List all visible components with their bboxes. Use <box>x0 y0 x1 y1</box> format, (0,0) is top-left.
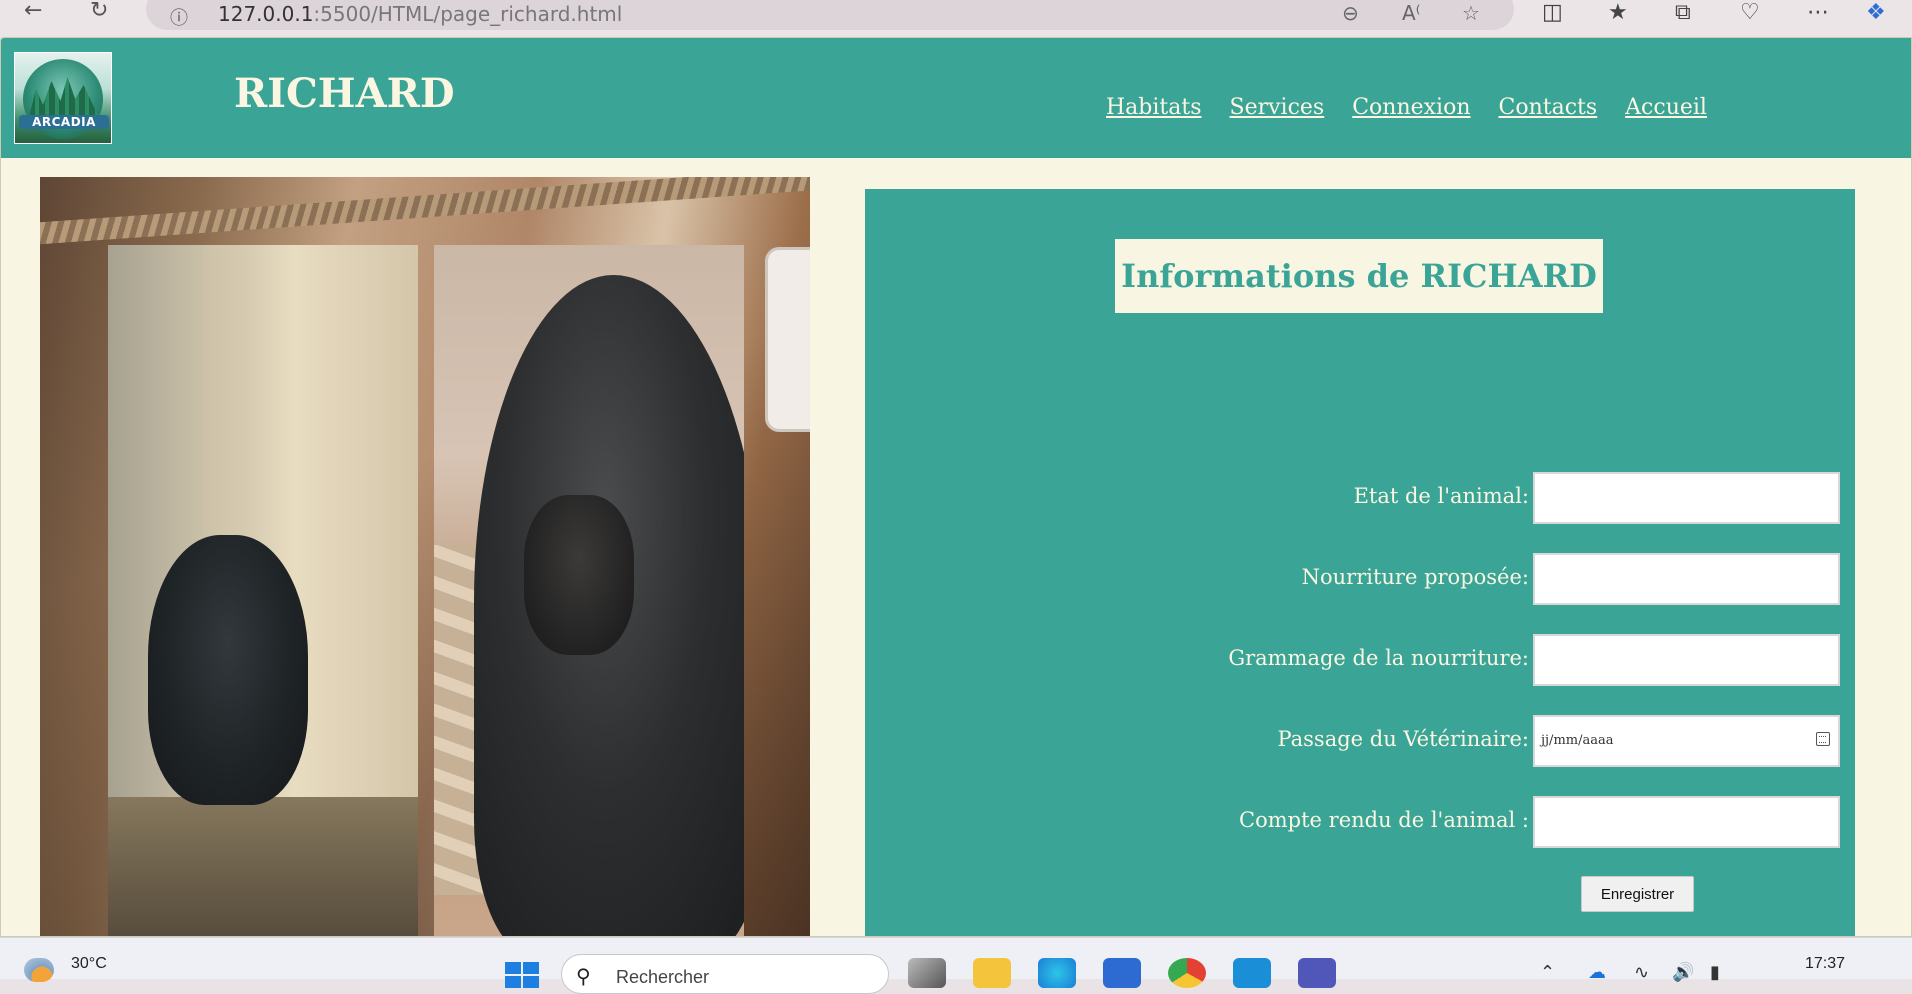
compte-rendu-input[interactable] <box>1533 796 1840 848</box>
grammage-label: Grammage de la nourriture: <box>1228 646 1529 670</box>
veterinaire-date-input[interactable]: jj/mm/aaaa <box>1533 715 1840 767</box>
form-row-etat: Etat de l'animal: <box>865 472 1855 524</box>
grammage-input[interactable] <box>1533 634 1840 686</box>
nav-link-accueil[interactable]: Accueil <box>1625 95 1707 120</box>
wifi-icon[interactable]: ∿ <box>1634 962 1649 983</box>
arcadia-logo[interactable]: ARCADIA <box>14 52 112 144</box>
etat-input[interactable] <box>1533 472 1840 524</box>
floor-graphic <box>108 797 418 936</box>
enclosure-window-graphic <box>765 247 810 432</box>
favorites-icon[interactable]: ★ <box>1608 0 1628 25</box>
split-screen-icon[interactable]: ◫ <box>1542 0 1563 25</box>
veterinaire-label: Passage du Vétérinaire: <box>1277 727 1529 751</box>
weather-temperature[interactable]: 30°C <box>71 955 107 973</box>
taskbar-search[interactable]: ⚲ Rechercher <box>561 954 889 994</box>
form-row-nourriture: Nourriture proposée: <box>865 553 1855 605</box>
nourriture-input[interactable] <box>1533 553 1840 605</box>
main-nav: Habitats Services Connexion Contacts Acc… <box>1106 95 1707 120</box>
form-row-veterinaire: Passage du Vétérinaire: jj/mm/aaaa <box>865 715 1855 767</box>
read-aloud-icon[interactable]: A⁽ <box>1402 1 1421 25</box>
store-icon[interactable] <box>1103 958 1141 988</box>
tray-chevron-icon[interactable]: ⌃ <box>1540 962 1555 983</box>
site-header: ARCADIA RICHARD Habitats Services Connex… <box>1 38 1911 158</box>
os-taskbar: 30°C ⚲ Rechercher ⌃ ☁ ∿ 🔊 ▮ 17:37 <box>0 937 1912 994</box>
page-viewport: ARCADIA RICHARD Habitats Services Connex… <box>0 37 1912 937</box>
nav-link-habitats[interactable]: Habitats <box>1106 95 1202 120</box>
url-text: 127.0.0.1:5500/HTML/page_richard.html <box>218 2 622 26</box>
animal-photo-background <box>40 177 810 936</box>
weather-icon[interactable] <box>24 958 54 982</box>
search-placeholder: Rechercher <box>616 967 710 987</box>
etat-label: Etat de l'animal: <box>1353 484 1529 508</box>
gorilla-face <box>524 495 634 655</box>
vscode-icon[interactable] <box>1233 958 1271 988</box>
more-menu-icon[interactable]: ⋯ <box>1807 0 1829 25</box>
form-title: Informations de RICHARD <box>1115 239 1603 313</box>
favorite-star-icon[interactable]: ☆ <box>1462 1 1480 25</box>
task-view-icon[interactable] <box>908 958 946 988</box>
gorilla-figure <box>148 535 308 805</box>
enregistrer-button[interactable]: Enregistrer <box>1581 876 1694 912</box>
info-icon[interactable]: ⓘ <box>170 4 188 30</box>
collections-icon[interactable]: ⧉ <box>1675 0 1691 25</box>
browser-toolbar: ← ↻ ⓘ 127.0.0.1:5500/HTML/page_richard.h… <box>0 0 1912 37</box>
windows-start-icon[interactable] <box>505 962 539 988</box>
address-bar[interactable]: ⓘ 127.0.0.1:5500/HTML/page_richard.html … <box>146 0 1514 30</box>
animal-info-form: Informations de RICHARD Etat de l'animal… <box>865 189 1855 936</box>
file-explorer-icon[interactable] <box>973 958 1011 988</box>
url-host: 127.0.0.1 <box>218 2 314 26</box>
nav-link-contacts[interactable]: Contacts <box>1499 95 1598 120</box>
date-placeholder: jj/mm/aaaa <box>1541 733 1614 748</box>
teams-icon[interactable] <box>1298 958 1336 988</box>
nav-link-connexion[interactable]: Connexion <box>1352 95 1470 120</box>
gorilla-photo-sitting <box>108 245 418 936</box>
url-path: :5500/HTML/page_richard.html <box>313 2 623 26</box>
taskbar-clock[interactable]: 17:37 <box>1805 955 1845 973</box>
onedrive-icon[interactable]: ☁ <box>1588 962 1606 983</box>
search-icon: ⚲ <box>576 964 591 988</box>
reload-icon[interactable]: ↻ <box>90 0 108 22</box>
edge-icon[interactable] <box>1038 958 1076 988</box>
volume-icon[interactable]: 🔊 <box>1672 962 1694 983</box>
form-row-grammage: Grammage de la nourriture: <box>865 634 1855 686</box>
chrome-icon[interactable] <box>1168 958 1206 988</box>
nav-link-services[interactable]: Services <box>1230 95 1325 120</box>
form-row-compte-rendu: Compte rendu de l'animal : <box>865 796 1855 848</box>
nourriture-label: Nourriture proposée: <box>1301 565 1529 589</box>
back-icon[interactable]: ← <box>24 0 42 22</box>
calendar-icon[interactable] <box>1816 732 1830 746</box>
logo-text: ARCADIA <box>19 115 109 129</box>
page-title: RICHARD <box>234 70 455 117</box>
gorilla-photo-closeup <box>434 245 744 936</box>
browser-essentials-icon[interactable]: ♡ <box>1740 0 1760 25</box>
compte-rendu-label: Compte rendu de l'animal : <box>1239 808 1529 832</box>
zoom-out-icon[interactable]: ⊖ <box>1342 1 1359 25</box>
battery-icon[interactable]: ▮ <box>1710 962 1720 983</box>
rope-graphic <box>40 177 810 246</box>
copilot-icon[interactable]: ❖ <box>1866 0 1886 25</box>
